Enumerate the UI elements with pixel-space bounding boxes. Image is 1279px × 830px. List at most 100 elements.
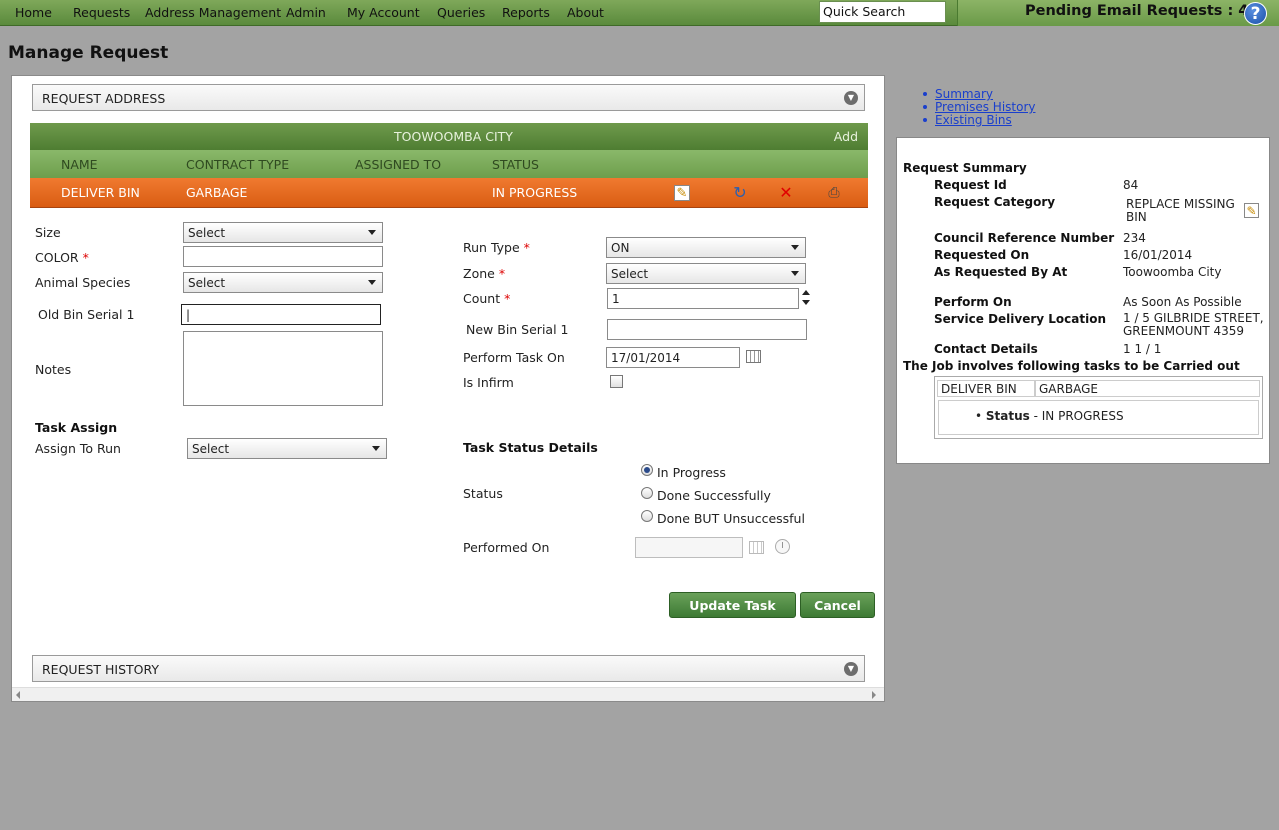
- notes-textarea[interactable]: [183, 331, 383, 406]
- status-done-successfully-radio[interactable]: [641, 487, 653, 499]
- scroll-left-icon[interactable]: [16, 691, 20, 699]
- help-icon[interactable]: ?: [1244, 2, 1267, 25]
- header-name: NAME: [61, 157, 98, 172]
- summary-task-name: DELIVER BIN: [937, 380, 1035, 397]
- required-marker: *: [82, 250, 89, 265]
- summary-label: Request Category: [934, 195, 1056, 209]
- summary-label: As Requested By At: [934, 265, 1068, 279]
- zone-select[interactable]: Select: [606, 263, 806, 284]
- color-input[interactable]: [183, 246, 383, 267]
- status-done-unsuccessful-radio[interactable]: [641, 510, 653, 522]
- status-in-progress-radio[interactable]: [641, 464, 653, 476]
- request-history-accordion[interactable]: REQUEST HISTORY ▼: [32, 655, 865, 682]
- chevron-down-icon: ▼: [844, 91, 858, 105]
- bullet-icon: [923, 92, 927, 96]
- assign-to-run-select[interactable]: Select: [187, 438, 387, 459]
- task-status-details-heading: Task Status Details: [463, 440, 598, 455]
- status-done-successfully-label: Done Successfully: [657, 488, 771, 503]
- nav-reports[interactable]: Reports: [502, 5, 550, 20]
- required-marker: *: [523, 240, 530, 255]
- status-in-progress-label: In Progress: [657, 465, 726, 480]
- summary-value: 84: [1123, 178, 1139, 192]
- is-infirm-checkbox[interactable]: [610, 375, 623, 388]
- summary-value: As Soon As Possible: [1123, 295, 1242, 309]
- summary-value: 16/01/2014: [1123, 248, 1193, 262]
- print-icon[interactable]: ⎙: [826, 185, 842, 201]
- table-row[interactable]: DELIVER BIN GARBAGE IN PROGRESS ✎ ↻ ✕ ⎙: [30, 178, 868, 208]
- delete-icon[interactable]: ✕: [778, 185, 794, 201]
- summary-task-status-box: • Status - IN PROGRESS: [938, 400, 1259, 435]
- chevron-down-icon: [368, 230, 376, 235]
- size-select-value: Select: [188, 226, 226, 240]
- summary-value: 1 / 5 GILBRIDE STREET, GREENMOUNT 4359: [1123, 311, 1264, 338]
- nav-home[interactable]: Home: [15, 5, 52, 20]
- row-status: IN PROGRESS: [492, 185, 578, 200]
- header-status: STATUS: [492, 157, 539, 172]
- edit-icon[interactable]: ✎: [1244, 203, 1259, 218]
- zone-value: Select: [611, 267, 649, 281]
- city-name: TOOWOOMBA CITY: [394, 129, 513, 144]
- performed-on-input[interactable]: [635, 537, 743, 558]
- new-bin-serial-input[interactable]: [607, 319, 807, 340]
- run-type-label: Run Type *: [463, 240, 530, 255]
- cancel-button[interactable]: Cancel: [800, 592, 875, 618]
- summary-value: Toowoomba City: [1123, 265, 1222, 279]
- assign-to-run-value: Select: [192, 442, 230, 456]
- animal-species-label: Animal Species: [35, 275, 131, 290]
- request-address-accordion[interactable]: REQUEST ADDRESS ▼: [32, 84, 865, 111]
- summary-label: Contact Details: [934, 342, 1038, 356]
- summary-label: Requested On: [934, 248, 1030, 262]
- nav-admin[interactable]: Admin: [286, 5, 326, 20]
- bullet-icon: [923, 105, 927, 109]
- premises-history-link[interactable]: Premises History: [935, 100, 1036, 114]
- animal-species-value: Select: [188, 276, 226, 290]
- page-title: Manage Request: [8, 43, 169, 63]
- summary-task-box: DELIVER BIN GARBAGE • Status - IN PROGRE…: [934, 376, 1263, 439]
- update-task-details-button[interactable]: Update Task Details: [669, 592, 796, 638]
- calendar-icon[interactable]: [749, 541, 764, 554]
- task-assign-heading: Task Assign: [35, 420, 118, 435]
- quick-search-input[interactable]: Quick Search: [819, 1, 946, 23]
- nav-my-account[interactable]: My Account: [347, 5, 420, 20]
- spin-down-icon[interactable]: [802, 300, 810, 305]
- header-contract-type: CONTRACT TYPE: [186, 157, 290, 172]
- add-task-link[interactable]: Add: [834, 129, 858, 144]
- task-table-column-headers: NAME CONTRACT TYPE ASSIGNED TO STATUS: [30, 150, 868, 178]
- chevron-down-icon: [791, 245, 799, 250]
- old-bin-serial-input[interactable]: |: [181, 304, 381, 325]
- request-summary-heading: Request Summary: [903, 161, 1027, 175]
- scroll-right-icon[interactable]: [872, 691, 876, 699]
- assign-to-run-label: Assign To Run: [35, 441, 121, 456]
- row-contract-type: GARBAGE: [186, 185, 248, 200]
- existing-bins-link[interactable]: Existing Bins: [935, 113, 1012, 127]
- spin-up-icon[interactable]: [802, 290, 810, 295]
- bullet-icon: [923, 118, 927, 122]
- performed-on-label: Performed On: [463, 540, 550, 555]
- edit-icon[interactable]: ✎: [674, 185, 690, 201]
- nav-queries[interactable]: Queries: [437, 5, 485, 20]
- color-label: COLOR *: [35, 250, 89, 265]
- clock-icon[interactable]: [775, 539, 790, 554]
- pending-email-requests[interactable]: Pending Email Requests : 4: [1025, 3, 1248, 19]
- reassign-icon[interactable]: ↻: [732, 185, 748, 201]
- chevron-down-icon: [368, 280, 376, 285]
- new-bin-serial-label: New Bin Serial 1: [466, 322, 569, 337]
- horizontal-scrollbar[interactable]: [12, 687, 884, 701]
- required-marker: *: [498, 266, 506, 281]
- nav-address-management[interactable]: Address Management: [145, 5, 281, 20]
- nav-requests[interactable]: Requests: [73, 5, 130, 20]
- status-done-unsuccessful-label: Done BUT Unsuccessful: [657, 511, 805, 526]
- chevron-down-icon: [372, 446, 380, 451]
- perform-task-on-input[interactable]: 17/01/2014: [606, 347, 740, 368]
- header-assigned-to: ASSIGNED TO: [355, 157, 442, 172]
- animal-species-select[interactable]: Select: [183, 272, 383, 293]
- run-type-select[interactable]: ON: [606, 237, 806, 258]
- task-table-city-header: TOOWOOMBA CITY Add: [30, 123, 868, 150]
- nav-about[interactable]: About: [567, 5, 604, 20]
- size-select[interactable]: Select: [183, 222, 383, 243]
- count-input[interactable]: 1: [607, 288, 799, 309]
- calendar-icon[interactable]: [746, 350, 761, 363]
- run-type-value: ON: [611, 241, 630, 255]
- zone-label: Zone *: [463, 266, 506, 281]
- summary-link[interactable]: Summary: [935, 87, 993, 101]
